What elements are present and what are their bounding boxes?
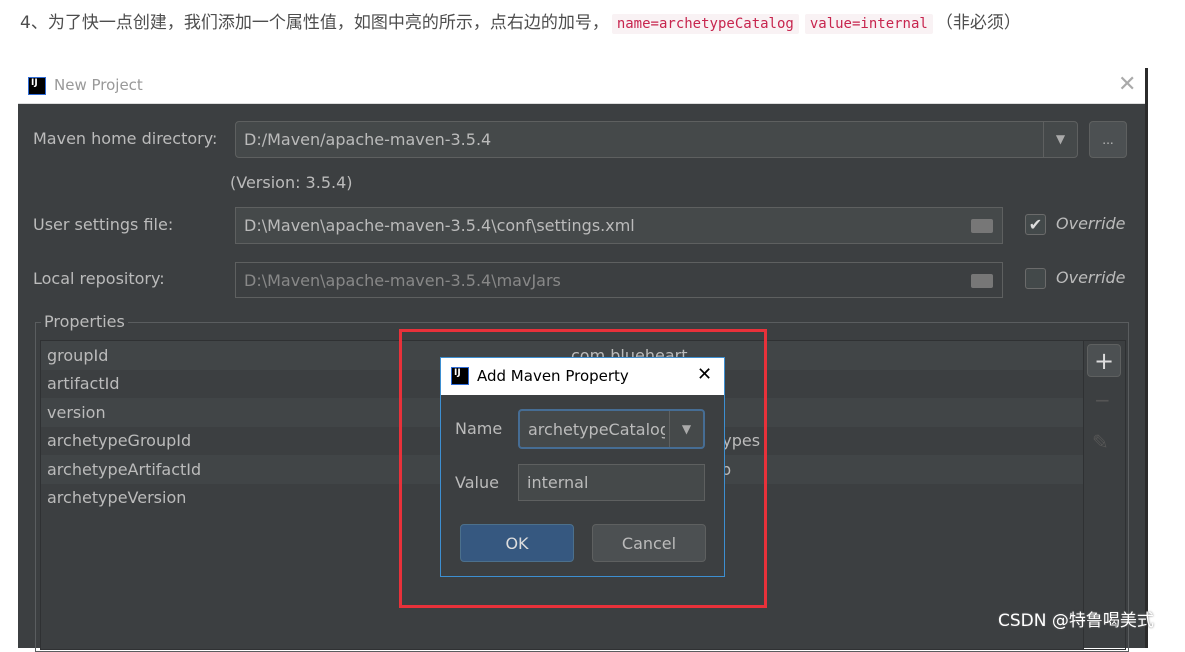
code-value: value=internal (804, 14, 933, 34)
repo-label: Local repository: (33, 269, 165, 288)
settings-file-input[interactable]: D:\Maven\apache-maven-3.5.4\conf\setting… (235, 207, 1003, 244)
remove-icon[interactable]: − (1094, 388, 1111, 412)
window-titlebar: IJ New Project ✕ (18, 68, 1145, 104)
intellij-logo-icon: IJ (28, 77, 46, 95)
add-icon[interactable]: + (1087, 344, 1121, 377)
maven-version-text: (Version: 3.5.4) (230, 173, 353, 192)
name-value: archetypeCatalog (528, 419, 665, 439)
properties-title: Properties (41, 312, 128, 331)
settings-override-checkbox[interactable]: ✔ (1025, 214, 1046, 235)
code-name: name=archetypeCatalog (611, 14, 799, 34)
maven-home-label: Maven home directory: (33, 129, 218, 148)
folder-icon[interactable] (971, 219, 993, 233)
instruction-body: 4、为了快一点创建，我们添加一个属性值，如图中亮的所示，点右边的加号， (20, 13, 609, 33)
chevron-down-icon[interactable]: ▼ (1043, 122, 1077, 157)
cancel-button[interactable]: Cancel (592, 524, 706, 562)
window-title: New Project (54, 76, 143, 94)
edit-icon[interactable]: ✎ (1092, 430, 1109, 454)
ok-button[interactable]: OK (460, 524, 574, 562)
browse-button[interactable]: ... (1089, 121, 1127, 158)
property-name: artifactId (47, 374, 120, 394)
chevron-down-icon[interactable]: ▼ (669, 411, 703, 447)
repo-value: D:\Maven\apache-maven-3.5.4\mavJars (244, 270, 561, 290)
property-name: archetypeGroupId (47, 431, 192, 451)
property-name: archetypeArtifactId (47, 459, 202, 479)
close-icon[interactable]: ✕ (697, 364, 712, 385)
name-combo[interactable]: archetypeCatalog ▼ (518, 409, 705, 449)
property-name: groupId (47, 345, 109, 365)
property-name: version (47, 402, 106, 422)
property-name: archetypeVersion (47, 488, 187, 508)
settings-value: D:\Maven\apache-maven-3.5.4\conf\setting… (244, 216, 635, 235)
intellij-logo-icon: IJ (451, 367, 469, 385)
maven-home-value: D:/Maven/apache-maven-3.5.4 (244, 130, 492, 149)
repo-override-label: Override (1056, 268, 1126, 287)
local-repo-input[interactable]: D:\Maven\apache-maven-3.5.4\mavJars (235, 262, 1003, 298)
value-input[interactable]: internal (518, 464, 705, 501)
instruction-text: 4、为了快一点创建，我们添加一个属性值，如图中亮的所示，点右边的加号， name=… (20, 10, 1021, 37)
instruction-tail: （非必须） (935, 13, 1021, 33)
dialog-titlebar: IJ Add Maven Property ✕ (441, 358, 724, 395)
maven-home-combo[interactable]: D:/Maven/apache-maven-3.5.4 ▼ (235, 121, 1078, 158)
close-icon[interactable]: ✕ (1118, 72, 1136, 97)
name-label: Name (455, 419, 503, 438)
folder-icon[interactable] (971, 274, 993, 288)
settings-override-label: Override (1056, 214, 1126, 233)
value-text: internal (527, 473, 589, 492)
value-label: Value (455, 473, 499, 492)
settings-label: User settings file: (33, 215, 174, 234)
watermark: CSDN @特鲁喝美式 (998, 611, 1154, 631)
add-maven-property-dialog: IJ Add Maven Property ✕ Name archetypeCa… (440, 357, 725, 577)
repo-override-checkbox[interactable] (1025, 268, 1046, 289)
table-toolbar (1084, 340, 1126, 650)
dialog-title: Add Maven Property (477, 367, 629, 385)
